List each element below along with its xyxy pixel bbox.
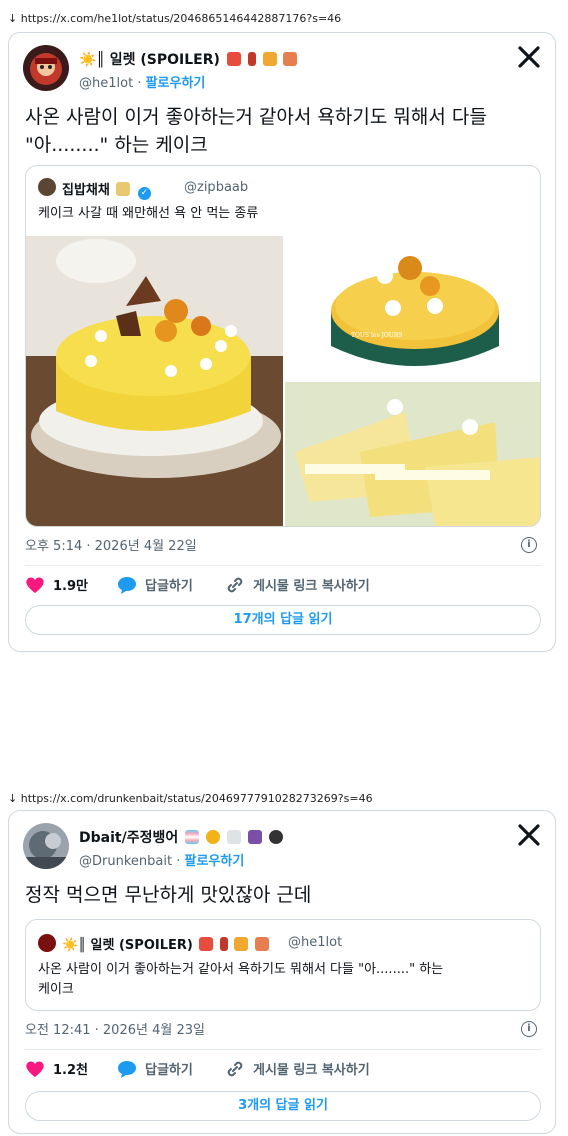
quote-author-handle: @he1lot [288,935,343,950]
reply-bubble-icon [118,576,136,594]
timestamp[interactable]: 오전 12:41 · 2026년 4월 23일 [25,1019,205,1038]
cake-photo-left[interactable] [26,236,283,526]
reply-label: 답글하기 [145,579,193,594]
hotdog-icon [254,937,269,951]
reply-button[interactable]: 답글하기 [117,575,193,594]
fire-truck-icon [226,52,241,66]
quote-author-name: ☀️║ 일렛 (SPOILER) [62,934,269,953]
reply-button[interactable]: 답글하기 [117,1059,193,1078]
verified-icon: ✓ [137,187,151,200]
author-handle[interactable]: @he1lot [79,76,133,91]
tweet-url[interactable]: https://x.com/he1lot/status/204686514644… [21,12,341,25]
info-icon[interactable]: i [521,537,537,553]
reply-bubble-icon [118,1060,136,1078]
tweet-text: 정작 먹으면 무난하게 맛있잖아 근데 [25,884,312,906]
fire-truck-icon [199,937,214,951]
brand-label: TOUS les JOURS [351,332,402,339]
like-count: 1.9만 [53,579,88,594]
like-count: 1.2천 [53,1063,88,1078]
hotdog-icon [283,52,298,66]
url-line-1[interactable]: ↓ https://x.com/he1lot/status/2046865146… [8,12,341,25]
tweet-url[interactable]: https://x.com/drunkenbait/status/2046977… [21,792,373,805]
copy-link-label: 게시물 링크 복사하기 [253,1063,370,1078]
bomb-icon [268,830,283,844]
quote-text-line-2: 케이크 [38,982,74,997]
tweet-text: 사온 사람이 이거 좋아하는거 같아서 욕하기도 뭐해서 다들 "아......… [25,106,487,156]
author-handle-row: @Drunkenbait · 팔로우하기 [79,854,245,869]
link-icon [227,577,243,592]
read-replies-button[interactable]: 3개의 답글 읽기 [25,1091,541,1121]
heart-icon [26,577,44,593]
copy-link-label: 게시물 링크 복사하기 [253,579,370,594]
x-logo-icon[interactable] [517,45,543,71]
link-icon [227,1061,243,1076]
quote-author-name: 집밥채채 ✓ [62,179,151,200]
taco-icon [234,937,249,951]
x-logo-icon[interactable] [517,823,543,849]
trans-flag-icon [185,830,200,844]
alien-monster-icon [247,830,262,844]
quote-author-handle: @zipbaab [184,180,249,195]
radioactive-icon [205,830,220,844]
cake-photo-top-right[interactable]: TOUS les JOURS [285,236,540,380]
author-handle[interactable]: @Drunkenbait [79,854,172,869]
like-button[interactable]: 1.2천 [25,1059,88,1078]
url-line-2[interactable]: ↓ https://x.com/drunkenbait/status/20469… [8,792,373,805]
quote-text: 사온 사람이 이거 좋아하는거 같아서 욕하기도 뭐해서 다들 "아......… [38,960,528,1000]
divider [25,565,541,566]
avatar[interactable] [23,823,69,869]
taco-icon [262,52,277,66]
author-handle-row: @he1lot · 팔로우하기 [79,76,206,91]
follow-button[interactable]: 팔로우하기 [184,854,244,869]
quote-text: 케이크 사갈 때 왜만해선 욕 안 먹는 종류 [38,206,259,221]
avatar[interactable] [23,45,69,91]
follow-button[interactable]: 팔로우하기 [146,76,206,91]
reply-label: 답글하기 [145,1063,193,1078]
tweet-card-1: ☀️║ 일렛 (SPOILER) @he1lot · 팔로우하기 사온 사람이 … [8,32,556,652]
copy-link-button[interactable]: 게시물 링크 복사하기 [225,575,370,594]
tweet-card-2: Dbait/주정뱅어 @Drunkenbait · 팔로우하기 정작 먹으면 무… [8,810,556,1134]
quoted-tweet[interactable]: 집밥채채 ✓ @zipbaab 케이크 사갈 때 왜만해선 욕 안 먹는 종류 [25,165,541,527]
quote-avatar [38,178,56,196]
fire-extinguisher-icon [219,937,228,951]
download-arrow-icon: ↓ [8,792,18,805]
quoted-tweet[interactable]: ☀️║ 일렛 (SPOILER) @he1lot 사온 사람이 이거 좋아하는거… [25,919,541,1011]
cake-photo-bottom-right[interactable] [285,382,540,526]
like-button[interactable]: 1.9만 [25,575,88,594]
question-icon [226,830,241,844]
fire-extinguisher-icon [247,52,256,66]
heart-icon [26,1061,44,1077]
author-name[interactable]: ☀️║ 일렛 (SPOILER) [79,49,298,69]
info-icon[interactable]: i [521,1021,537,1037]
divider [25,1049,541,1050]
read-replies-button[interactable]: 17개의 답글 읽기 [25,605,541,635]
quote-avatar [38,934,56,952]
timestamp[interactable]: 오후 5:14 · 2026년 4월 22일 [25,535,197,554]
quote-text-line-1: 사온 사람이 이거 좋아하는거 같아서 욕하기도 뭐해서 다들 "아......… [38,962,444,977]
copy-link-button[interactable]: 게시물 링크 복사하기 [225,1059,370,1078]
download-arrow-icon: ↓ [8,12,18,25]
house-icon [116,182,131,196]
author-name[interactable]: Dbait/주정뱅어 [79,827,283,847]
